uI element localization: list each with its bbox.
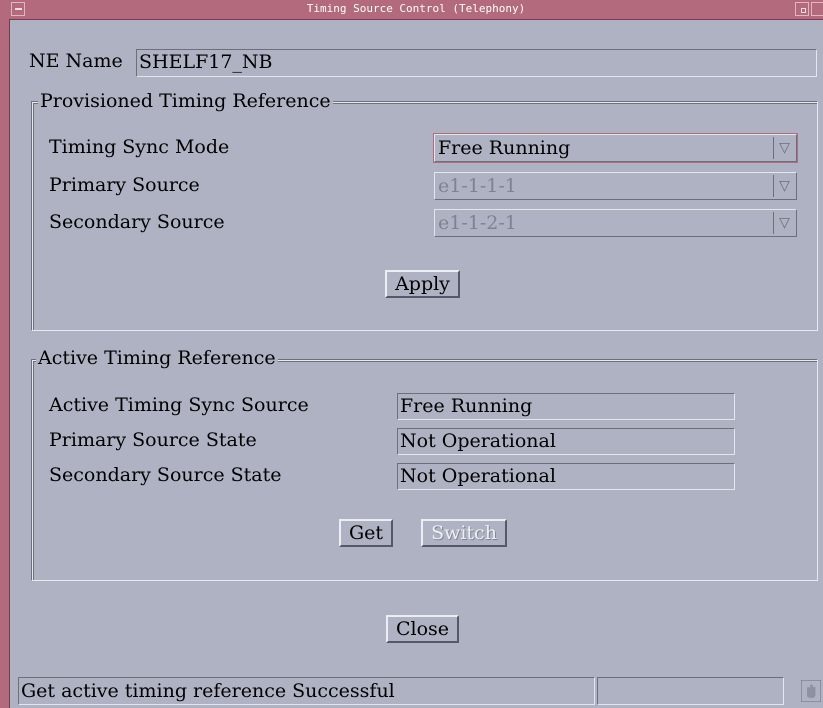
active-sync-source-field: Free Running — [397, 393, 735, 420]
close-button[interactable]: Close — [386, 615, 459, 643]
primary-source-state-label: Primary Source State — [49, 429, 257, 451]
ne-name-label: NE Name — [29, 50, 123, 72]
apply-button[interactable]: Apply — [385, 270, 460, 298]
ne-name-field: SHELF17_NB — [136, 49, 817, 77]
maximize-icon[interactable] — [811, 2, 823, 16]
active-sync-source-label: Active Timing Sync Source — [49, 394, 309, 416]
timing-sync-mode-label: Timing Sync Mode — [49, 136, 230, 158]
status-secondary — [597, 677, 784, 705]
secondary-source-label: Secondary Source — [49, 211, 225, 233]
window-frame-left — [0, 0, 10, 708]
secondary-source-select[interactable]: e1-1-2-1 ▽ — [434, 209, 797, 237]
dropdown-arrow-icon[interactable]: ▽ — [773, 212, 795, 234]
primary-source-label: Primary Source — [49, 174, 200, 196]
title-bar[interactable]: Timing Source Control (Telephony) — [9, 0, 823, 20]
timing-sync-mode-select[interactable]: Free Running ▽ — [433, 133, 798, 163]
secondary-source-state-field: Not Operational — [397, 463, 735, 490]
dropdown-arrow-icon[interactable]: ▽ — [773, 137, 795, 159]
dropdown-arrow-icon[interactable]: ▽ — [773, 175, 795, 197]
status-message: Get active timing reference Successful — [18, 677, 595, 705]
timing-sync-mode-value: Free Running — [438, 137, 571, 159]
switch-button[interactable]: Switch — [421, 519, 507, 547]
minimize-icon[interactable] — [795, 2, 809, 16]
window-title: Timing Source Control (Telephony) — [306, 2, 526, 15]
provisioned-timing-title: Provisioned Timing Reference — [38, 90, 333, 112]
secondary-source-state-label: Secondary Source State — [49, 464, 282, 486]
primary-source-value: e1-1-1-1 — [438, 175, 517, 197]
busy-indicator-icon — [801, 680, 821, 702]
get-button[interactable]: Get — [339, 519, 393, 547]
active-timing-title: Active Timing Reference — [36, 347, 278, 369]
primary-source-state-field: Not Operational — [397, 428, 735, 455]
secondary-source-value: e1-1-2-1 — [438, 212, 517, 234]
primary-source-select[interactable]: e1-1-1-1 ▽ — [434, 172, 797, 200]
